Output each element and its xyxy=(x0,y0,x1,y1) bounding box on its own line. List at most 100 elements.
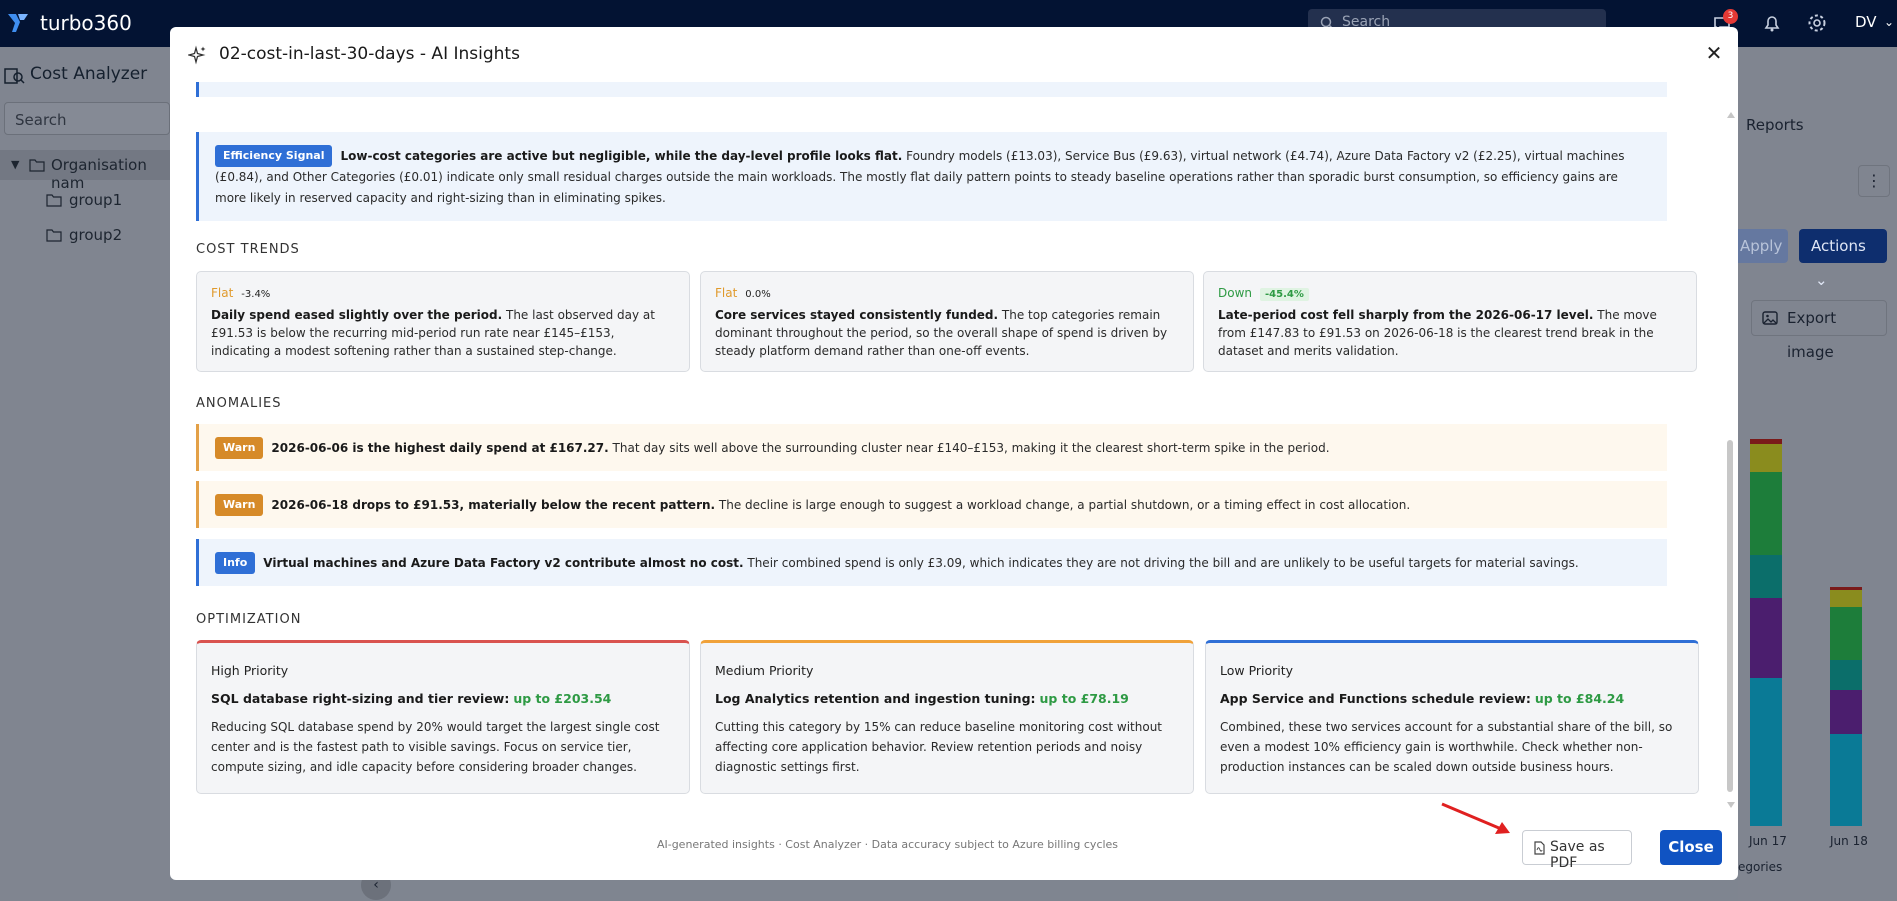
optimization-headline: Log Analytics retention and ingestion tu… xyxy=(715,691,1036,706)
anomaly-badge: Info xyxy=(215,552,256,574)
optimization-card: High Priority SQL database right-sizing … xyxy=(196,640,690,794)
optimization-card: Medium Priority Log Analytics retention … xyxy=(700,640,1194,794)
apply-button[interactable]: Apply xyxy=(1738,229,1788,263)
section-title-cost-trends: COST TRENDS xyxy=(196,242,300,257)
chart-legend-fragment: egories xyxy=(1738,860,1783,874)
actions-button[interactable]: Actions ⌄ xyxy=(1799,229,1887,289)
modal-title: 02-cost-in-last-30-days - AI Insights xyxy=(219,44,520,64)
folder-icon xyxy=(46,194,62,207)
cost-analyzer-icon xyxy=(4,68,25,84)
pdf-file-icon xyxy=(1534,841,1545,855)
optimization-priority: High Priority xyxy=(211,663,289,678)
chart-bar-segment xyxy=(1830,590,1862,607)
tree-item-organisation[interactable]: ▼ Organisation nam xyxy=(0,150,170,192)
sidebar-search-placeholder: Search xyxy=(15,111,67,129)
efficiency-signal-badge: Efficiency Signal xyxy=(215,145,333,167)
trend-card: Flat -3.4% Daily spend eased slightly ove… xyxy=(196,271,690,372)
previous-callout-fragment xyxy=(196,82,1667,97)
chart-bar-segment xyxy=(1750,555,1782,598)
chart-x-tick-label: Jun 17 xyxy=(1749,834,1787,848)
trend-headline: Core services stayed consistently funded… xyxy=(715,308,999,322)
anomaly-body: Their combined spend is only £3.09, whic… xyxy=(747,556,1579,570)
more-options-icon[interactable]: ⋮ xyxy=(1858,165,1890,197)
scrollbar-thumb[interactable] xyxy=(1727,440,1733,792)
footer-note: AI-generated insights · Cost Analyzer · … xyxy=(656,838,1119,851)
optimization-saving: up to £203.54 xyxy=(513,691,612,706)
close-icon[interactable]: ✕ xyxy=(1704,43,1724,63)
modal-header: 02-cost-in-last-30-days - AI Insights ✕ xyxy=(170,27,1738,82)
page-title: Cost Analyzer xyxy=(30,64,148,84)
optimization-body: Reducing SQL database spend by 20% would… xyxy=(211,720,660,774)
optimization-priority: Low Priority xyxy=(1220,663,1294,678)
export-image-button[interactable]: Export image xyxy=(1751,300,1887,361)
section-title-optimization: OPTIMIZATION xyxy=(196,612,302,627)
bell-icon[interactable] xyxy=(1761,12,1783,34)
notification-count-badge: 3 xyxy=(1723,9,1738,24)
chart-bar-segment xyxy=(1830,690,1862,734)
trend-percentage: -3.4% xyxy=(241,289,271,300)
sidebar-search-input[interactable]: Search xyxy=(4,102,170,135)
trend-card: Down -45.4% Late-period cost fell sharply… xyxy=(1203,271,1697,372)
anomaly-badge: Warn xyxy=(215,494,264,516)
callout-headline: Low-cost categories are active but negli… xyxy=(340,149,903,163)
folder-icon xyxy=(46,229,62,242)
optimization-priority: Medium Priority xyxy=(715,663,814,678)
actions-button-label: Actions xyxy=(1811,237,1866,255)
red-arrow-annotation-icon xyxy=(1441,802,1510,834)
trend-headline: Late-period cost fell sharply from the 2… xyxy=(1218,308,1594,322)
anomaly-headline: Virtual machines and Azure Data Factory … xyxy=(263,556,744,570)
trend-card: Flat 0.0% Core services stayed consistent… xyxy=(700,271,1194,372)
chart-bar-segment xyxy=(1830,660,1862,690)
optimization-saving: up to £84.24 xyxy=(1534,691,1625,706)
scroll-down-arrow-icon[interactable] xyxy=(1727,802,1735,808)
anomaly-callout: Warn 2026-06-06 is the highest daily spen… xyxy=(196,424,1667,471)
optimization-headline: SQL database right-sizing and tier revie… xyxy=(211,691,510,706)
modal-body: Efficiency Signal Low-cost categories are… xyxy=(170,82,1725,827)
trend-direction: Flat xyxy=(211,286,234,300)
tree-item-label: group2 xyxy=(69,226,123,244)
save-as-pdf-button[interactable]: Save as PDF xyxy=(1522,830,1632,871)
save-as-pdf-label: Save as PDF xyxy=(1550,839,1605,871)
user-avatar[interactable]: DV xyxy=(1855,13,1877,31)
scroll-up-arrow-icon[interactable] xyxy=(1727,112,1735,118)
chart-x-tick-label: Jun 18 xyxy=(1830,834,1868,848)
anomaly-callout: Info Virtual machines and Azure Data Fact… xyxy=(196,539,1667,586)
optimization-card: Low Priority App Service and Functions s… xyxy=(1205,640,1699,794)
trend-percentage: -45.4% xyxy=(1260,288,1309,301)
optimization-body: Combined, these two services account for… xyxy=(1220,720,1673,774)
anomaly-callout: Warn 2026-06-18 drops to £91.53, material… xyxy=(196,481,1667,528)
optimization-saving: up to £78.19 xyxy=(1039,691,1129,706)
chart-bar-segment xyxy=(1830,734,1862,826)
chevron-down-icon: ⌄ xyxy=(1815,271,1828,289)
chart-bar-segment xyxy=(1750,472,1782,555)
section-title-anomalies: ANOMALIES xyxy=(196,396,282,411)
trend-percentage: 0.0% xyxy=(745,289,771,300)
trend-headline: Daily spend eased slightly over the peri… xyxy=(211,308,503,322)
chevron-down-icon[interactable]: ⌄ xyxy=(1884,15,1894,29)
anomaly-body: That day sits well above the surrounding… xyxy=(612,441,1330,455)
anomaly-badge: Warn xyxy=(215,437,264,459)
trend-direction: Flat xyxy=(715,286,738,300)
turbo360-logo-icon xyxy=(8,14,28,32)
chart-bar-segment xyxy=(1750,678,1782,826)
export-image-label: Export image xyxy=(1787,309,1837,361)
folder-icon xyxy=(29,159,45,172)
anomaly-headline: 2026-06-18 drops to £91.53, materially b… xyxy=(271,498,716,512)
chevron-down-icon[interactable]: ▼ xyxy=(11,158,19,171)
tree-item-group1[interactable]: group1 xyxy=(0,185,170,215)
chart-bar-segment xyxy=(1750,598,1782,678)
close-button[interactable]: Close xyxy=(1660,830,1722,865)
modal-scrollbar[interactable] xyxy=(1724,82,1736,830)
tree-item-group2[interactable]: group2 xyxy=(0,220,170,250)
efficiency-signal-callout: Efficiency Signal Low-cost categories are… xyxy=(196,132,1667,221)
image-icon xyxy=(1762,311,1778,325)
tree-item-label: group1 xyxy=(69,191,123,209)
optimization-headline: App Service and Functions schedule revie… xyxy=(1220,691,1531,706)
sparkle-icon xyxy=(188,45,206,65)
anomaly-body: The decline is large enough to suggest a… xyxy=(718,498,1411,512)
chart-bar-segment xyxy=(1830,607,1862,660)
ai-insights-modal: 02-cost-in-last-30-days - AI Insights ✕ … xyxy=(170,27,1738,880)
brand-name[interactable]: turbo360 xyxy=(40,11,132,35)
gear-icon[interactable] xyxy=(1806,12,1828,34)
tab-reports[interactable]: Reports xyxy=(1746,116,1804,134)
